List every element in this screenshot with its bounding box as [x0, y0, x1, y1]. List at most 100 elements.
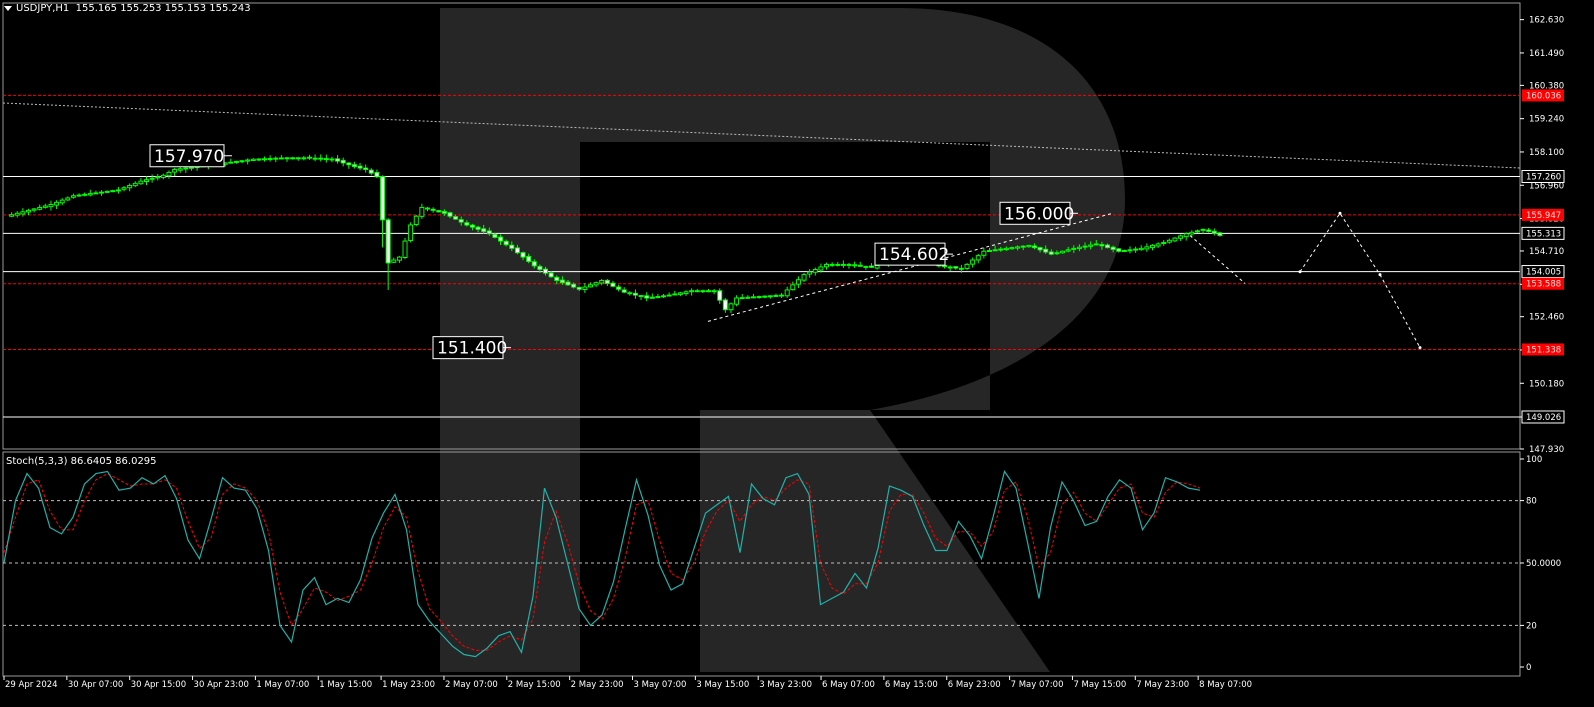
candle-body [59, 199, 65, 204]
candle-body [1161, 242, 1167, 245]
candle-body [1211, 230, 1217, 234]
candle-body [1105, 244, 1111, 249]
candle-body [469, 224, 475, 228]
candle-body [256, 158, 262, 161]
candle-body [464, 222, 470, 226]
candle-body [290, 157, 296, 160]
candle-body [1116, 248, 1122, 252]
candle-body [852, 264, 858, 267]
y-tick-label: 159.240 [1529, 115, 1564, 125]
candle-body [498, 236, 504, 242]
x-tick-label: 7 May 23:00 [1136, 680, 1189, 690]
candle-body [1110, 246, 1116, 250]
candle-body [1194, 230, 1200, 233]
candle-body [380, 176, 386, 221]
candle-body [1144, 246, 1150, 250]
candle-body [632, 292, 638, 296]
stochastic-tick-label: 100 [1526, 455, 1542, 465]
candle-body [1206, 229, 1212, 232]
candle-body [953, 266, 959, 269]
candle-body [739, 297, 745, 300]
candle-body [1065, 249, 1071, 252]
candle-body [689, 290, 695, 293]
candle-body [1026, 244, 1032, 248]
candle-body [306, 156, 312, 159]
candle-body [824, 263, 830, 268]
candle-body [661, 295, 667, 298]
candle-body [239, 160, 245, 163]
candle-body [177, 168, 183, 171]
candle-body [807, 271, 813, 275]
candle-body [582, 286, 588, 290]
candle-body [9, 214, 15, 217]
candle-body [402, 240, 408, 258]
stochastic-signal-line [3, 472, 1201, 651]
candle-body [486, 230, 492, 235]
candle-body [548, 272, 554, 278]
price-tag-label: 151.338 [1526, 345, 1561, 355]
candle-body [54, 201, 60, 206]
candle-body [172, 168, 178, 173]
candle-body [818, 266, 824, 271]
candle-body [1138, 247, 1144, 251]
candle-body [447, 212, 453, 217]
candle-body [1082, 245, 1088, 248]
candle-body [520, 252, 526, 258]
candle-body [958, 267, 964, 270]
candle-body [745, 296, 751, 299]
candle-body [683, 291, 689, 295]
y-tick-label: 152.460 [1529, 313, 1564, 323]
candle-body [655, 296, 661, 299]
x-tick-label: 6 May 23:00 [948, 680, 1001, 690]
candle-body [1099, 244, 1105, 247]
candle-body [728, 303, 734, 311]
candle-body [812, 269, 818, 273]
forecast-path [1189, 235, 1246, 284]
x-tick-label: 3 May 15:00 [696, 680, 749, 690]
annotation-label: 156.000 [1004, 204, 1074, 224]
candle-body [127, 185, 133, 189]
forecast-point [1338, 211, 1342, 215]
candle-body [1060, 250, 1066, 254]
candle-body [82, 193, 88, 196]
candle-body [368, 169, 374, 174]
candle-body [262, 158, 268, 161]
candle-body [616, 286, 622, 290]
candle-body [1155, 243, 1161, 247]
candle-body [233, 160, 239, 163]
candle-body [1054, 252, 1060, 255]
candle-body [514, 247, 520, 254]
candle-body [593, 282, 599, 286]
y-tick-label: 158.100 [1529, 148, 1564, 158]
candle-body [554, 276, 560, 281]
candle-body [340, 159, 346, 164]
candle-body [284, 157, 290, 160]
candle-body [846, 263, 852, 266]
candle-body [604, 279, 610, 284]
candle-body [144, 179, 149, 183]
candle-body [453, 216, 459, 220]
x-tick-label: 2 May 15:00 [508, 680, 561, 690]
stochastic-tick-label: 50.0000 [1526, 559, 1561, 569]
candle-body [638, 295, 644, 298]
x-tick-label: 1 May 15:00 [319, 680, 372, 690]
candle-body [801, 274, 807, 281]
candle-body [20, 211, 26, 215]
candle-body [318, 157, 324, 160]
candle-body [132, 182, 138, 187]
candle-body [458, 219, 464, 223]
y-tick-label: 161.490 [1529, 49, 1564, 59]
candle-body [998, 248, 1004, 251]
candle-body [419, 206, 425, 217]
candle-body [228, 161, 234, 164]
candle-body [964, 263, 970, 269]
candle-body [250, 158, 256, 162]
candle-body [706, 290, 711, 293]
candle-body [722, 299, 728, 311]
candle-body [430, 208, 436, 211]
candle-body [475, 226, 481, 230]
candle-body [1189, 231, 1195, 235]
candle-body [599, 279, 605, 284]
candle-body [672, 293, 678, 296]
candle-body [1015, 246, 1021, 249]
